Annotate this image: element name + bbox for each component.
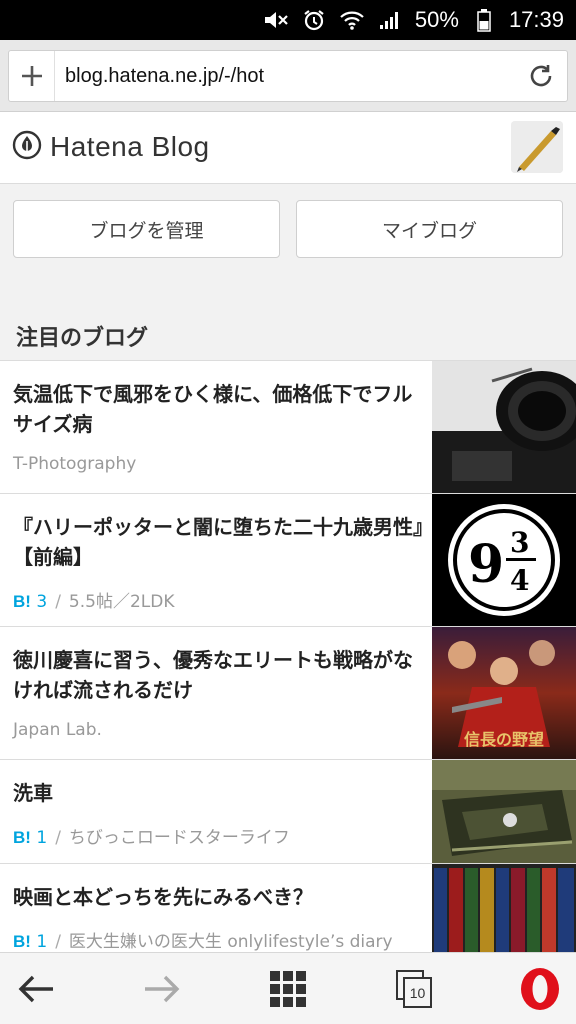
manage-blog-button[interactable]: ブログを管理 xyxy=(13,200,280,258)
tab-count: 10 xyxy=(403,977,432,1008)
back-arrow-icon[interactable] xyxy=(0,953,72,1024)
mute-icon xyxy=(263,7,289,33)
list-item[interactable]: 洗車 B! 1/ちびっこロードスターライフ xyxy=(0,760,576,864)
hatena-logo-icon xyxy=(12,130,42,164)
avatar[interactable] xyxy=(511,121,563,173)
game-title-text: 信長の野望 xyxy=(464,730,544,749)
entry-thumbnail[interactable] xyxy=(432,361,576,493)
url-field[interactable]: blog.hatena.ne.jp/-/hot xyxy=(55,65,515,88)
blog-name[interactable]: T-Photography xyxy=(13,454,136,474)
wifi-icon xyxy=(339,7,365,33)
tabs-icon[interactable]: 10 xyxy=(378,953,450,1024)
list-item[interactable]: 映画と本どっちを先にみるべき？ B! 1/医大生嫌いの医大生 onlylifes… xyxy=(0,864,576,954)
blog-name[interactable]: ちびっこロードスターライフ xyxy=(69,828,290,848)
address-bar[interactable]: blog.hatena.ne.jp/-/hot xyxy=(8,50,568,102)
alarm-icon xyxy=(301,7,327,33)
plus-icon[interactable] xyxy=(9,51,55,101)
entry-thumbnail[interactable] xyxy=(432,864,576,954)
my-blog-button[interactable]: マイブログ xyxy=(296,200,563,258)
blog-name[interactable]: 5.5帖／2LDK xyxy=(69,592,175,612)
bookmark-icon[interactable]: B! xyxy=(13,592,31,611)
logo-text: Hatena Blog xyxy=(50,131,210,162)
entry-title[interactable]: 映画と本どっちを先にみるべき？ xyxy=(13,882,423,912)
entry-title[interactable]: 洗車 xyxy=(13,778,423,808)
entry-thumbnail[interactable] xyxy=(432,760,576,863)
reload-icon[interactable] xyxy=(515,51,567,101)
entry-meta: B! 1/医大生嫌いの医大生 onlylifestyle’s diary xyxy=(13,932,393,952)
list-item[interactable]: 気温低下で風邪をひく様に、価格低下でフルサイズ病 T-Photography xyxy=(0,361,576,494)
blog-name[interactable]: Japan Lab. xyxy=(13,720,102,740)
clock: 17:39 xyxy=(508,7,564,32)
list-item[interactable]: 徳川慶喜に習う、優秀なエリートも戦略がなければ流されるだけ Japan Lab. xyxy=(0,627,576,760)
forward-arrow-icon[interactable] xyxy=(126,953,198,1024)
site-header: Hatena Blog xyxy=(0,112,576,184)
entry-meta: B! 1/ちびっこロードスターライフ xyxy=(13,828,290,848)
bookmark-count[interactable]: 1 xyxy=(36,932,47,952)
list-item[interactable]: 『ハリーポッターと闇に堕ちた二十九歳男性』【前編】 B! 3/5.5帖／2LDK… xyxy=(0,494,576,627)
signal-icon xyxy=(377,7,403,33)
blog-name[interactable]: 医大生嫌いの医大生 onlylifestyle’s diary xyxy=(69,932,393,952)
entry-thumbnail[interactable]: 信長の野望 xyxy=(432,627,576,759)
bookmark-count[interactable]: 3 xyxy=(36,592,47,612)
svg-text:3: 3 xyxy=(510,526,529,559)
section-title: 注目のブログ xyxy=(16,326,149,351)
bookmark-icon[interactable]: B! xyxy=(13,828,31,847)
status-bar: 50% 17:39 xyxy=(0,0,576,40)
bookmark-count[interactable]: 1 xyxy=(36,828,47,848)
hatena-blog-logo[interactable]: Hatena Blog xyxy=(12,130,210,164)
battery-percent: 50% xyxy=(414,7,459,32)
entry-thumbnail[interactable]: 9 3 4 xyxy=(432,494,576,626)
entry-title[interactable]: 『ハリーポッターと闇に堕ちた二十九歳男性』【前編】 xyxy=(13,512,423,572)
svg-text:4: 4 xyxy=(510,564,529,597)
entry-title[interactable]: 気温低下で風邪をひく様に、価格低下でフルサイズ病 xyxy=(13,379,423,439)
entry-meta: T-Photography xyxy=(13,454,136,474)
entry-title[interactable]: 徳川慶喜に習う、優秀なエリートも戦略がなければ流されるだけ xyxy=(13,645,423,705)
entry-meta: Japan Lab. xyxy=(13,720,102,740)
bookmark-icon[interactable]: B! xyxy=(13,932,31,951)
svg-text:9: 9 xyxy=(468,534,504,595)
entry-meta: B! 3/5.5帖／2LDK xyxy=(13,592,175,612)
bottom-navigation-bar: 10 xyxy=(0,952,576,1024)
entry-list: 気温低下で風邪をひく様に、価格低下でフルサイズ病 T-Photography 『… xyxy=(0,360,576,954)
speed-dial-grid-icon[interactable] xyxy=(252,953,324,1024)
opera-logo-icon[interactable] xyxy=(504,953,576,1024)
address-bar-container: blog.hatena.ne.jp/-/hot xyxy=(0,40,576,112)
battery-icon xyxy=(471,7,497,33)
